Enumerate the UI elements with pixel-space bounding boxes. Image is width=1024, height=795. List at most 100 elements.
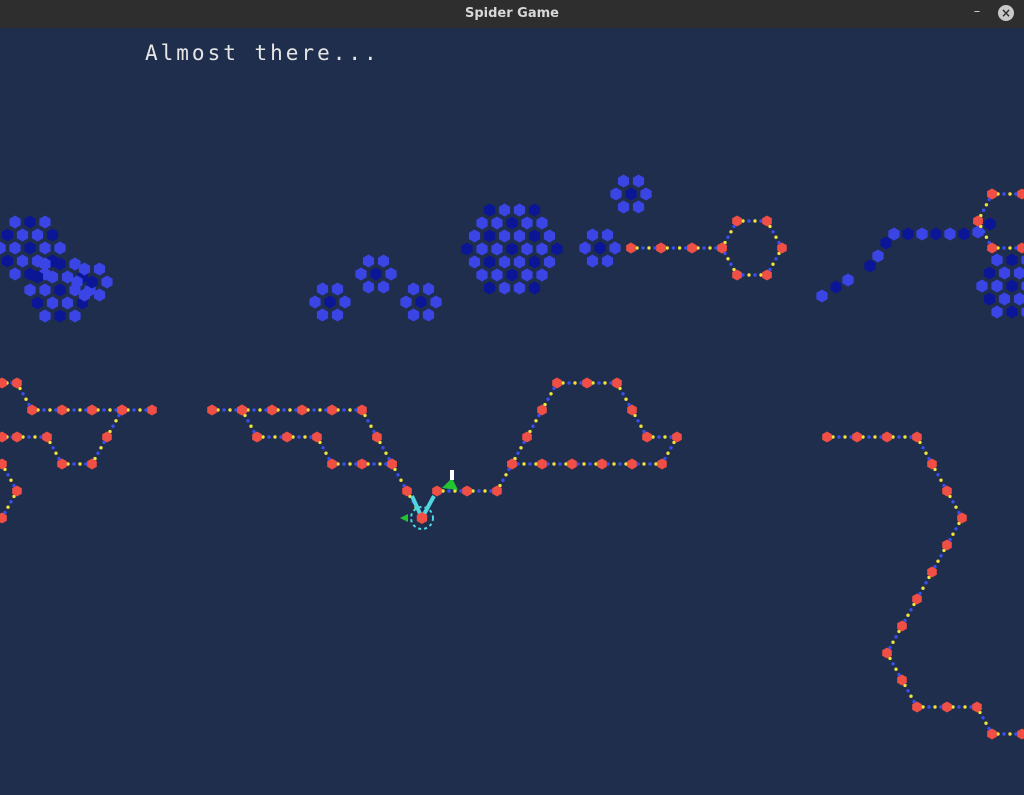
thread-segment xyxy=(372,462,376,466)
thread-segment xyxy=(78,408,82,412)
thread-segment xyxy=(459,489,463,493)
thread-segment xyxy=(36,408,40,412)
thread-segment xyxy=(522,462,526,466)
thread-segment xyxy=(21,435,25,439)
thread-segment xyxy=(849,435,853,439)
thread-segment xyxy=(921,446,925,450)
thread-segment xyxy=(1014,246,1018,250)
thread-segment xyxy=(348,408,352,412)
thread-segment xyxy=(324,451,328,455)
thread-segment xyxy=(336,462,340,466)
thread-segment xyxy=(747,219,751,223)
thread-segment xyxy=(651,435,655,439)
thread-segment xyxy=(84,462,88,466)
thread-segment xyxy=(114,419,118,423)
thread-segment xyxy=(42,408,46,412)
minimize-button[interactable]: – xyxy=(968,3,986,23)
thread-segment xyxy=(324,408,328,412)
thread-segment xyxy=(51,446,55,450)
thread-segment xyxy=(909,608,913,612)
thread-segment xyxy=(669,435,673,439)
thread-segment xyxy=(33,435,37,439)
thread-segment xyxy=(684,246,688,250)
thread-segment xyxy=(249,424,253,428)
fly-wing xyxy=(450,470,454,480)
thread-segment xyxy=(279,435,283,439)
thread-segment xyxy=(906,689,910,693)
thread-segment xyxy=(534,419,538,423)
thread-segment xyxy=(984,203,989,207)
thread-segment xyxy=(309,435,313,439)
thread-segment xyxy=(606,462,610,466)
thread-segment xyxy=(1002,192,1006,196)
thread-segment xyxy=(906,613,910,617)
thread-segment xyxy=(96,408,100,412)
thread-segment xyxy=(957,705,961,709)
thread-segment xyxy=(534,462,538,466)
thread-segment xyxy=(336,408,340,412)
thread-segment xyxy=(837,435,841,439)
thread-segment xyxy=(234,408,238,412)
thread-segment xyxy=(549,392,553,396)
thread-segment xyxy=(903,435,907,439)
thread-segment xyxy=(96,451,100,455)
thread-segment xyxy=(927,705,931,709)
thread-segment xyxy=(222,408,226,412)
thread-segment xyxy=(588,462,592,466)
thread-segment xyxy=(729,262,733,266)
thread-segment xyxy=(653,246,657,250)
thread-segment xyxy=(603,381,607,385)
thread-segment xyxy=(78,462,82,466)
thread-segment xyxy=(1014,732,1018,736)
thread-segment xyxy=(753,273,757,277)
thread-segment xyxy=(891,640,895,644)
thread-segment xyxy=(516,451,520,455)
thread-segment xyxy=(879,435,883,439)
thread-segment xyxy=(471,489,475,493)
thread-segment xyxy=(228,408,232,412)
thread-segment xyxy=(531,424,535,428)
thread-segment xyxy=(561,381,565,385)
thread-segment xyxy=(366,462,370,466)
thread-segment xyxy=(273,435,277,439)
game-canvas[interactable]: Almost there... xyxy=(0,28,1024,795)
thread-segment xyxy=(894,635,898,639)
thread-segment xyxy=(579,381,583,385)
thread-segment xyxy=(54,408,58,412)
thread-segment xyxy=(519,446,523,450)
thread-segment xyxy=(66,462,70,466)
thread-segment xyxy=(867,435,871,439)
thread-segment xyxy=(21,392,25,396)
thread-segment xyxy=(24,397,28,401)
thread-segment xyxy=(282,408,286,412)
thread-segment xyxy=(138,408,142,412)
thread-segment xyxy=(114,408,118,412)
thread-segment xyxy=(621,392,625,396)
thread-segment xyxy=(861,435,865,439)
thread-segment xyxy=(573,381,577,385)
thread-segment xyxy=(921,586,925,590)
thread-segment xyxy=(981,716,985,720)
thread-segment xyxy=(654,462,658,466)
thread-segment xyxy=(144,408,148,412)
close-button[interactable]: × xyxy=(998,5,1014,21)
thread-segment xyxy=(276,408,280,412)
thread-segment xyxy=(558,462,562,466)
thread-segment xyxy=(552,462,556,466)
thread-segment xyxy=(576,462,580,466)
thread-segment xyxy=(441,489,445,493)
thread-segment xyxy=(489,489,493,493)
thread-segment xyxy=(951,705,955,709)
thread-segment xyxy=(348,462,352,466)
thread-segment xyxy=(1002,732,1006,736)
thread-segment xyxy=(939,478,943,482)
thread-segment xyxy=(663,435,667,439)
thread-segment xyxy=(774,235,778,239)
thread-segment xyxy=(381,446,385,450)
thread-segment xyxy=(546,462,550,466)
thread-segment xyxy=(261,435,265,439)
thread-segment xyxy=(378,462,382,466)
thread-segment xyxy=(72,408,76,412)
thread-segment xyxy=(708,246,712,250)
thread-segment xyxy=(873,435,877,439)
